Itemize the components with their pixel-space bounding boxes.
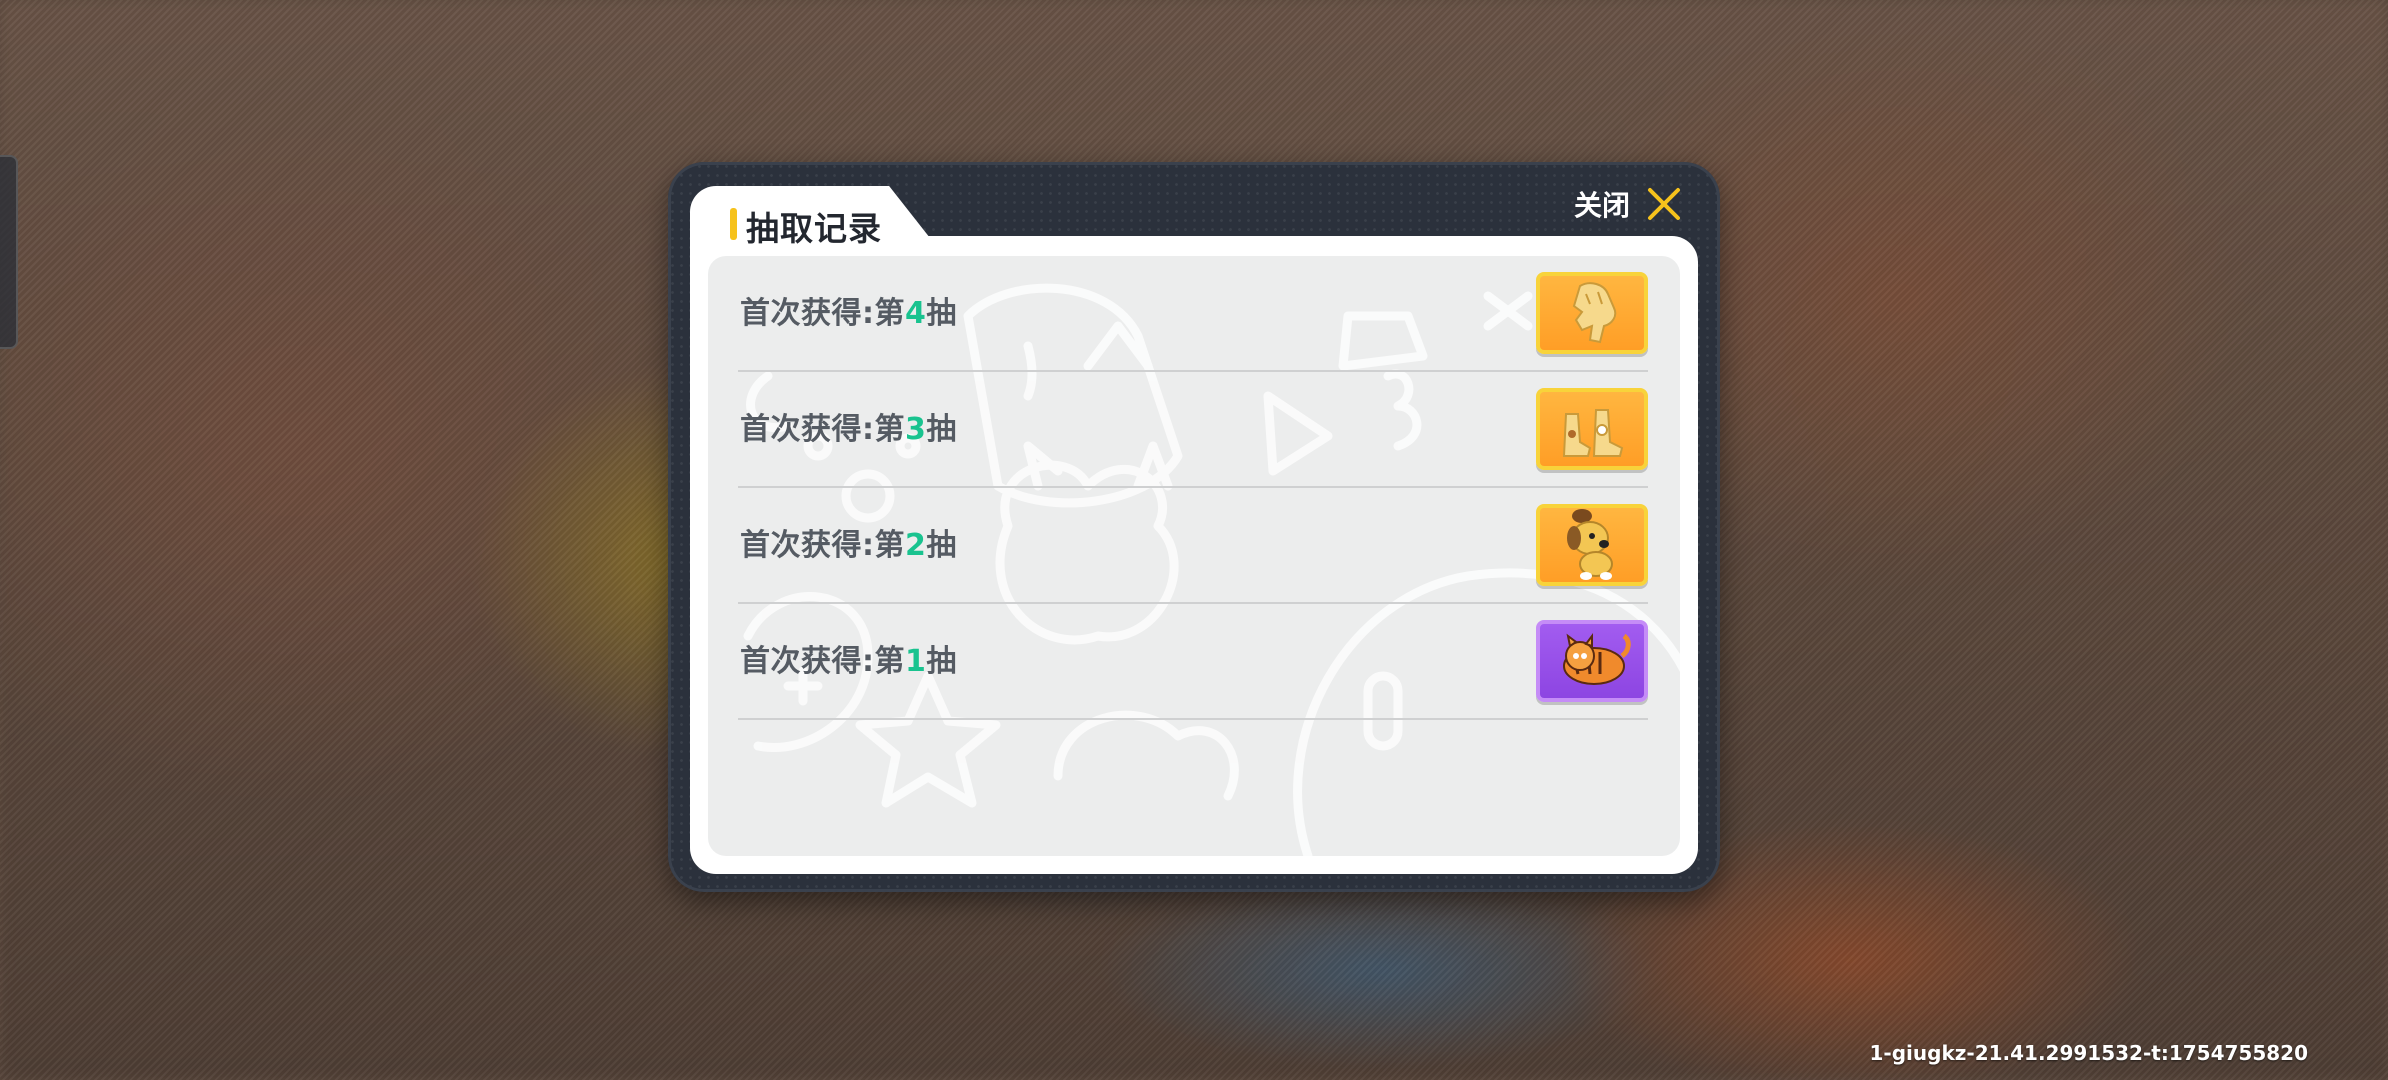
golden-glove-icon[interactable] [1536,272,1648,354]
side-drawer-handle[interactable] [0,155,18,349]
draw-number: 3 [905,412,927,447]
record-suffix: 抽 [926,644,957,679]
record-row: 首次获得:第3抽 [738,372,1648,488]
record-prefix: 首次获得:第 [740,528,905,563]
title-accent-bar [730,208,737,240]
record-suffix: 抽 [926,296,957,331]
row-divider [738,718,1648,720]
close-icon[interactable] [1646,186,1682,222]
draw-number: 1 [905,644,927,679]
record-row: 首次获得:第2抽 [738,488,1648,604]
build-id-label: 1-giugkz-21.41.2991532-t:1754755820 [1869,1041,2308,1065]
golden-boots-icon[interactable] [1536,388,1648,470]
close-label[interactable]: 关闭 [1574,184,1630,224]
record-label: 首次获得:第3抽 [740,404,957,448]
close-button[interactable]: 关闭 [1574,178,1682,230]
record-label: 首次获得:第1抽 [740,636,957,680]
record-row: 首次获得:第4抽 [738,256,1648,372]
tabby-cat-icon[interactable] [1536,620,1648,702]
record-prefix: 首次获得:第 [740,412,905,447]
record-row: 首次获得:第1抽 [738,604,1648,720]
record-label: 首次获得:第2抽 [740,520,957,564]
draw-number: 2 [905,528,927,563]
dialog-title: 抽取记录 [746,209,882,248]
draw-record-dialog: 抽取记录 关闭 首次获得:第4抽 首次获得:第3抽 首次获得:第2抽 首次获得:… [668,162,1720,892]
draw-number: 4 [905,296,927,331]
record-suffix: 抽 [926,528,957,563]
record-list[interactable]: 首次获得:第4抽 首次获得:第3抽 首次获得:第2抽 首次获得:第1抽 [708,256,1680,856]
dog-figure-icon[interactable] [1536,504,1648,586]
record-label: 首次获得:第4抽 [740,288,957,332]
record-prefix: 首次获得:第 [740,296,905,331]
record-prefix: 首次获得:第 [740,644,905,679]
record-suffix: 抽 [926,412,957,447]
